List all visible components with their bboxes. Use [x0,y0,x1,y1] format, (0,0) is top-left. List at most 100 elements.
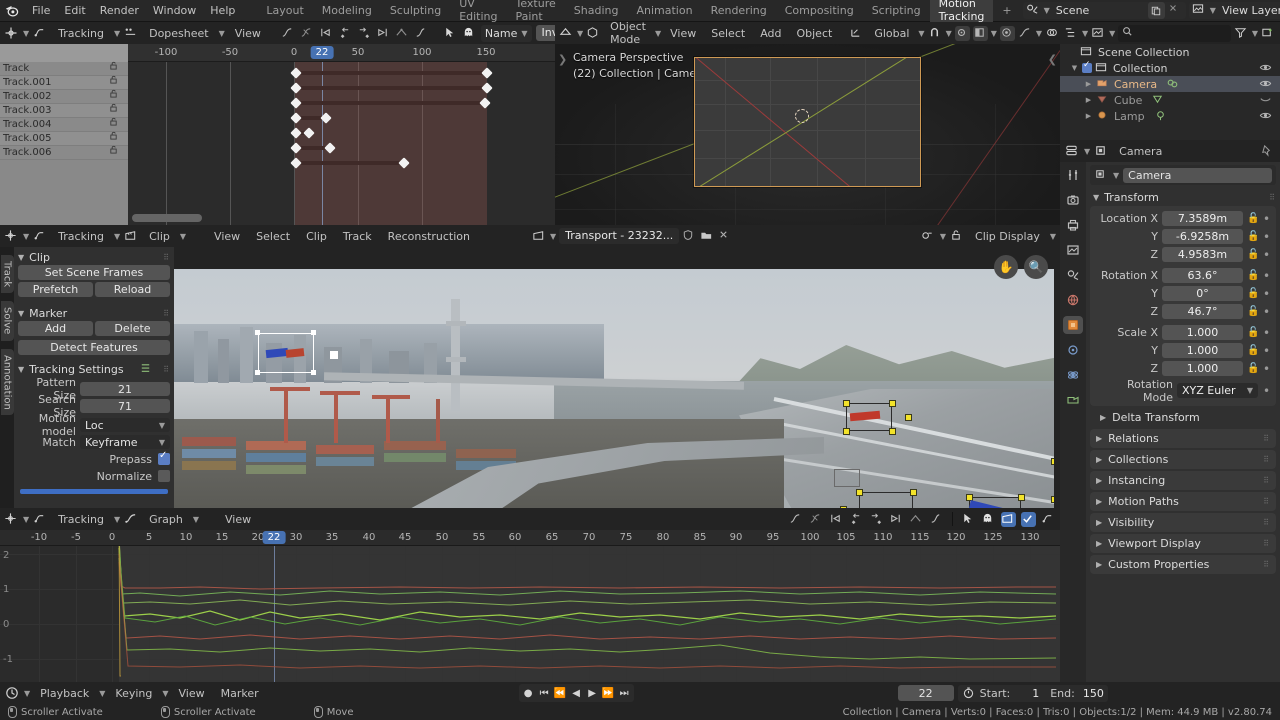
channel-track[interactable]: Track.006 [0,145,128,160]
marker-corner-handle[interactable] [1018,494,1025,501]
clip-mode-label[interactable]: Tracking [52,228,110,245]
view-layer-icon[interactable] [1091,26,1106,41]
collapse-triangle[interactable]: ▼ [18,253,24,262]
prepass-checkbox[interactable] [158,450,170,465]
rotation-z-field[interactable]: 46.7° [1162,304,1243,319]
jump-end-icon[interactable]: ⏭ [617,685,632,701]
proportional-edit-icon[interactable] [999,25,1015,41]
menu-window[interactable]: Window [147,2,202,19]
zoom-icon[interactable]: 🔍 [1024,255,1048,279]
keyframe-diamond[interactable] [479,97,491,109]
prefetch-button[interactable]: Prefetch [18,282,93,297]
marker-corner-handle[interactable] [843,400,850,407]
expand-triangle[interactable]: ▶ [1096,539,1102,548]
editor-type-icon[interactable] [4,229,19,244]
animate-dot-icon[interactable]: • [1262,327,1271,339]
location-y-field[interactable]: -6.9258m [1162,229,1243,244]
clip-tab-annotation[interactable]: Annotation [0,348,14,416]
jump-end-icon[interactable] [889,512,904,527]
expand-triangle[interactable]: ▶ [1084,112,1093,120]
tracking-icon[interactable] [1041,512,1056,527]
timeline-menu-marker[interactable]: Marker [215,685,265,702]
marker-offset-handle[interactable] [905,414,912,421]
instancing-panel[interactable]: ▶ Instancing ⠿ [1090,471,1276,490]
unlock-icon[interactable] [109,89,124,104]
timeline-menu-playback[interactable]: Playback [34,685,95,702]
clip-panel-title[interactable]: ▼ Clip ⠿ [18,249,170,265]
pin-icon[interactable] [1260,144,1275,159]
next-keyframe-icon[interactable]: ⏩ [601,685,616,701]
expand-triangle[interactable]: ▶ [1084,80,1093,88]
channel-track[interactable]: Track.004 [0,117,128,132]
tab-modeling[interactable]: Modeling [313,1,381,21]
track-row[interactable] [128,111,555,125]
expand-triangle[interactable]: ▶ [1100,413,1106,422]
tab-shading[interactable]: Shading [565,1,628,21]
new-collection-icon[interactable] [1261,26,1276,41]
collapse-triangle[interactable]: ▼ [1093,193,1099,202]
clip-icon[interactable] [1001,511,1016,527]
timeline-menu-view[interactable]: View [173,685,211,702]
jump-start-icon[interactable] [319,26,334,41]
tab-layout[interactable]: Layout [257,1,312,21]
expand-triangle[interactable]: ▶ [1096,434,1102,443]
viewport-display-panel[interactable]: ▶ Viewport Display ⠿ [1090,534,1276,553]
pivot-icon[interactable] [954,25,970,41]
viewport-menu-add[interactable]: Add [754,25,787,42]
hand-icon[interactable]: ✋ [994,255,1018,279]
clip-menu-reconstruction[interactable]: Reconstruction [382,228,476,245]
ghost-icon[interactable] [462,26,477,41]
channel-track[interactable]: Track.005 [0,131,128,146]
unlock-icon[interactable]: 🔓 [1247,249,1259,260]
marker-delete-button[interactable]: Delete [95,321,170,336]
menu-file[interactable]: File [26,2,56,19]
animate-dot-icon[interactable]: • [1262,249,1271,261]
magnet-icon[interactable] [928,26,943,41]
graph-view-label[interactable]: Graph [143,511,189,528]
relations-panel[interactable]: ▶ Relations ⠿ [1090,429,1276,448]
marker-add-button[interactable]: Add [18,321,93,336]
clean-icon[interactable] [929,512,944,527]
view-layer-selector[interactable]: ▼ View Layer [1188,2,1280,19]
animate-dot-icon[interactable]: • [1262,306,1271,318]
location-z-field[interactable]: 4.9583m [1162,247,1243,262]
transform-orientation-label[interactable]: Global [868,25,915,42]
scale-x-field[interactable]: 1.000 [1162,325,1243,340]
clip-tab-track[interactable]: Track [0,255,14,294]
falloff-curve-icon[interactable] [1018,26,1033,41]
clip-display-label[interactable]: Clip Display [969,228,1046,245]
reload-button[interactable]: Reload [95,282,170,297]
set-scene-frames-button[interactable]: Set Scene Frames [18,265,170,280]
render-tab[interactable] [1063,191,1083,209]
sort-dropdown[interactable]: Name ▼ [480,24,532,42]
unlock-icon[interactable]: 🔓 [1247,270,1259,281]
ghost-icon[interactable] [981,512,996,527]
marker-corner-handle[interactable] [889,400,896,407]
keyframe-diamond[interactable] [320,112,332,124]
channel-track[interactable]: Track.003 [0,103,128,118]
proportional-icon[interactable] [972,25,988,41]
easing-icon[interactable] [414,26,429,41]
viewport-menu-view[interactable]: View [664,25,702,42]
animate-dot-icon[interactable]: • [1262,213,1271,225]
unlock-icon[interactable]: 🔓 [1247,306,1259,317]
unlock-icon[interactable] [109,145,124,160]
rotation-mode-dropdown[interactable]: XYZ Euler ▼ [1177,383,1258,398]
dopesheet-mode-label[interactable]: Tracking [52,25,110,42]
tracking-settings-title[interactable]: ▼ Tracking Settings ⠿ [18,361,170,377]
unlock-icon[interactable]: 🔓 [1247,327,1259,338]
track-row[interactable] [128,141,555,155]
marker-corner-handle[interactable] [1051,458,1054,465]
keyframe-diamond[interactable] [290,127,302,139]
chevron-right-icon[interactable]: ❯ [558,53,567,66]
outliner-row-camera[interactable]: ▶ Camera [1060,76,1280,92]
custom-properties-panel[interactable]: ▶ Custom Properties ⠿ [1090,555,1276,574]
marker-corner-handle[interactable] [255,370,260,375]
overlays-icon[interactable] [1045,26,1060,41]
blender-logo-icon[interactable] [4,3,20,19]
unlock-icon[interactable]: 🔓 [1247,231,1259,242]
tab-sculpting[interactable]: Sculpting [381,1,450,21]
keyframe-diamond[interactable] [290,142,302,154]
keyframe-diamond[interactable] [481,82,493,94]
output-tab[interactable] [1063,216,1083,234]
